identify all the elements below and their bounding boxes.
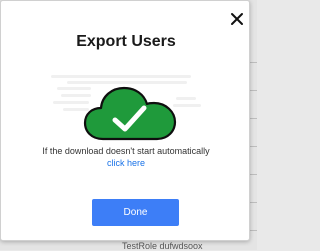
done-button[interactable]: Done: [92, 199, 179, 226]
export-users-dialog: Export Users If the download doesn't sta…: [0, 0, 250, 241]
cloud-check-icon: [83, 86, 177, 141]
download-message: If the download doesn't start automatica…: [42, 146, 210, 156]
click-here-link[interactable]: click here: [107, 158, 145, 168]
download-link-row: click here: [1, 157, 251, 169]
